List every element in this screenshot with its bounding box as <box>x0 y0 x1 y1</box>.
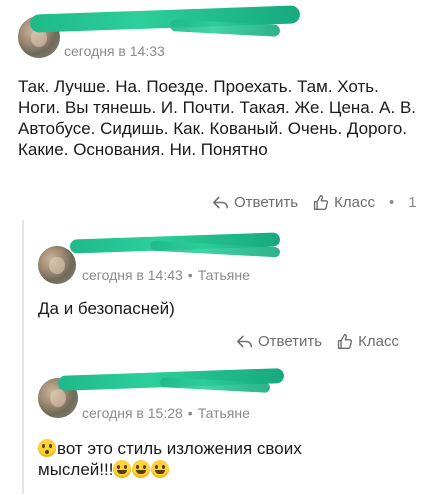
reply-to-name[interactable]: Татьяне <box>198 267 250 283</box>
reply-button[interactable]: Ответить <box>236 333 322 350</box>
thread-line <box>22 220 24 494</box>
like-button[interactable]: Класс <box>312 194 375 211</box>
like-count: 1 <box>408 194 417 211</box>
reply-arrow-icon <box>236 335 253 348</box>
avatar[interactable] <box>38 246 76 284</box>
like-button[interactable]: Класс <box>336 333 399 350</box>
comment-timestamp: сегодня в 14:33 <box>64 43 165 59</box>
smiley-face-emoji <box>132 460 151 478</box>
comment-timestamp: сегодня в 15:28 • Татьяне <box>82 405 250 421</box>
smiley-face-emoji <box>151 460 170 478</box>
comment-text: вот это стиль изложения своих мыслей!!! <box>38 439 302 479</box>
reply-to-name[interactable]: Татьяне <box>198 405 250 421</box>
comment-actions: Ответить Класс <box>236 333 399 350</box>
comment-actions: Ответить Класс • 1 <box>212 194 417 211</box>
reply-arrow-icon <box>212 196 229 209</box>
separator-dot: • <box>187 405 193 421</box>
separator-dot: • <box>187 267 193 283</box>
comment-text: Так. Лучше. На. Поезде. Проехать. Там. Х… <box>18 77 417 159</box>
smiley-face-emoji <box>113 460 132 478</box>
thumbs-up-icon <box>313 195 329 210</box>
separator-dot: • <box>388 194 395 211</box>
comment-text: Да и безопасней) <box>38 299 175 318</box>
comment-timestamp: сегодня в 14:43 • Татьяне <box>82 267 250 283</box>
reply-button[interactable]: Ответить <box>212 194 298 211</box>
thumbs-up-icon <box>337 334 353 349</box>
flushed-face-emoji <box>38 439 56 457</box>
